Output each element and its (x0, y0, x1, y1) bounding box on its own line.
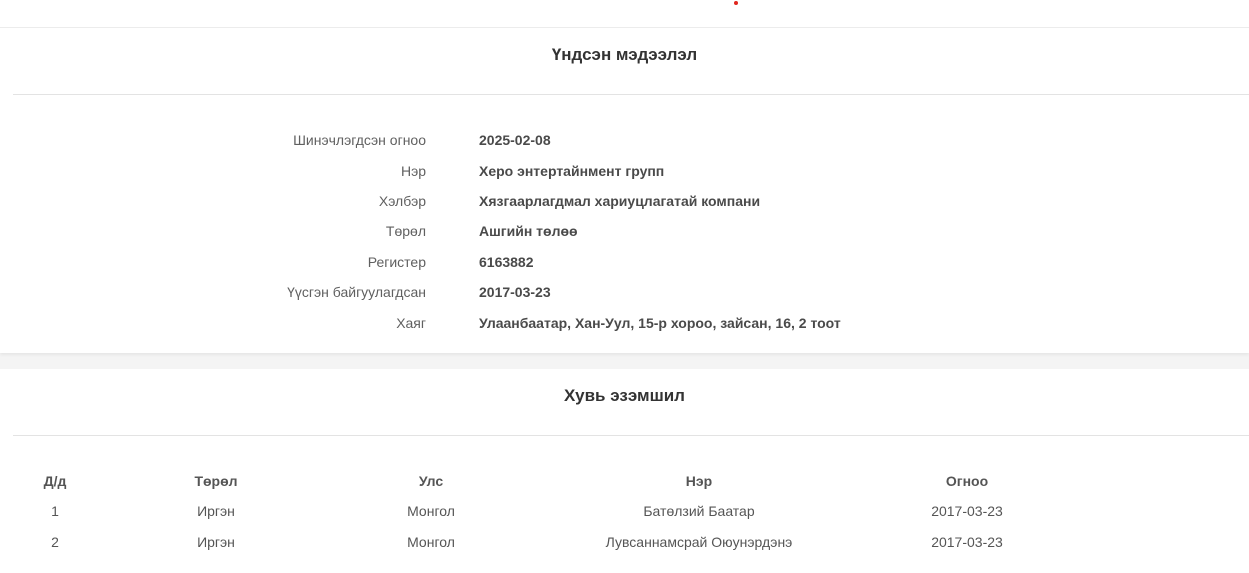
info-label: Хэлбэр (378, 193, 426, 209)
table-cell-index: 2 (51, 534, 59, 550)
table-cell-country: Монгол (407, 503, 455, 519)
column-header-name: Нэр (685, 473, 713, 489)
top-bar (0, 0, 1249, 28)
column-header-index: Д/д (43, 473, 67, 489)
table-cell-index: 1 (51, 503, 59, 519)
info-label: Нэр (400, 163, 426, 179)
indicator-dot (734, 1, 738, 5)
info-value: 6163882 (479, 254, 534, 270)
info-value: Улаанбаатар, Хан-Уул, 15-р хороо, зайсан… (479, 315, 841, 331)
info-row-register: Регистер 6163882 (0, 252, 1249, 272)
info-row-founded: Үүсгэн байгуулагдсан 2017-03-23 (0, 282, 1249, 302)
column-header-type: Төрөл (194, 473, 238, 489)
table-cell-name: Батөлзий Баатар (643, 503, 755, 519)
info-row-updated-date: Шинэчлэгдсэн огноо 2025-02-08 (0, 130, 1249, 150)
ownership-title: Хувь эзэмшил (564, 386, 685, 405)
basic-info-card: Үндсэн мэдээлэл Шинэчлэгдсэн огноо 2025-… (0, 28, 1249, 353)
basic-info-divider (13, 94, 1249, 95)
table-cell-country: Монгол (407, 534, 455, 550)
info-label: Хаяг (396, 315, 426, 331)
info-value: 2017-03-23 (479, 284, 551, 300)
basic-info-title: Үндсэн мэдээлэл (551, 45, 698, 64)
table-cell-type: Иргэн (197, 534, 235, 550)
info-label: Төрөл (385, 223, 426, 239)
info-row-form: Хэлбэр Хязгаарлагдмал хариуцлагатай комп… (0, 191, 1249, 211)
column-header-date: Огноо (945, 473, 989, 489)
ownership-card: Хувь эзэмшил Д/д Төрөл Улс Нэр Огноо 1 И… (0, 369, 1249, 573)
info-label: Регистер (367, 254, 426, 270)
ownership-divider (13, 435, 1249, 436)
table-cell-type: Иргэн (197, 503, 235, 519)
column-header-country: Улс (418, 473, 444, 489)
info-label: Үүсгэн байгуулагдсан (287, 284, 426, 300)
info-value: 2025-02-08 (479, 132, 551, 148)
info-value: Херо энтертайнмент групп (479, 163, 665, 179)
table-cell-date: 2017-03-23 (931, 534, 1003, 550)
info-value: Хязгаарлагдмал хариуцлагатай компани (479, 193, 761, 209)
table-cell-name: Лувсаннамсрай Оюунэрдэнэ (605, 534, 793, 550)
info-row-address: Хаяг Улаанбаатар, Хан-Уул, 15-р хороо, з… (0, 313, 1249, 333)
info-row-type: Төрөл Ашгийн төлөө (0, 221, 1249, 241)
info-label: Шинэчлэгдсэн огноо (293, 132, 426, 148)
table-cell-date: 2017-03-23 (931, 503, 1003, 519)
info-row-name: Нэр Херо энтертайнмент групп (0, 161, 1249, 181)
info-value: Ашгийн төлөө (479, 223, 578, 239)
